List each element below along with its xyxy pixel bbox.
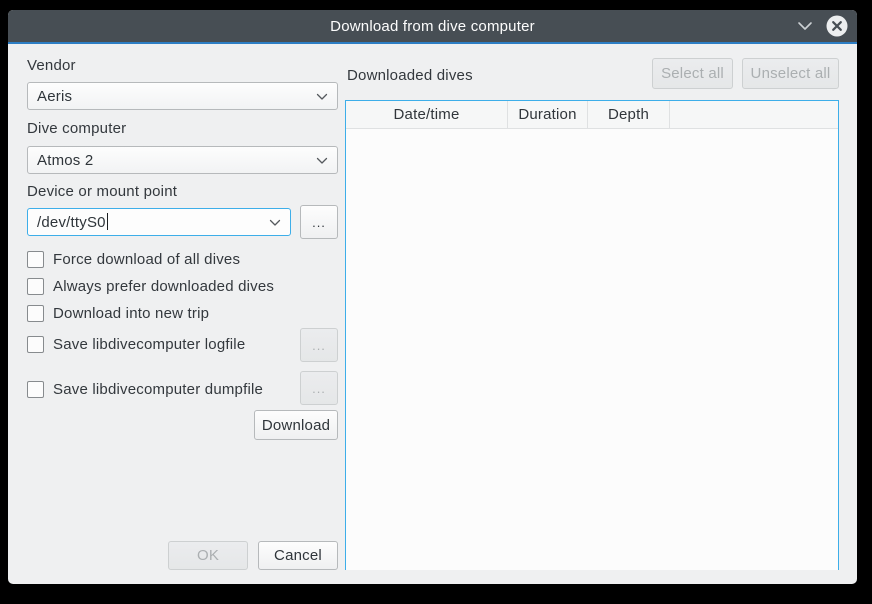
checkbox-label: Download into new trip xyxy=(53,305,209,322)
force-download-checkbox[interactable] xyxy=(27,251,44,268)
checkbox-label: Save libdivecomputer dumpfile xyxy=(53,381,263,398)
save-logfile-checkbox[interactable] xyxy=(27,336,44,353)
prefer-downloaded-row: Always prefer downloaded dives xyxy=(27,277,274,295)
window-title: Download from dive computer xyxy=(330,18,535,35)
device-label: Device or mount point xyxy=(27,183,177,200)
downloaded-dives-table: Date/time Duration Depth xyxy=(345,100,839,570)
dive-computer-combobox[interactable]: Atmos 2 xyxy=(27,146,338,174)
dive-computer-value: Atmos 2 xyxy=(37,152,93,169)
select-all-button[interactable]: Select all xyxy=(652,58,733,89)
text-caret xyxy=(107,213,108,230)
vendor-value: Aeris xyxy=(37,88,72,105)
logfile-browse-button[interactable]: ... xyxy=(300,328,338,362)
vendor-combobox[interactable]: Aeris xyxy=(27,82,338,110)
chevron-down-icon xyxy=(316,152,328,169)
checkbox-label: Force download of all dives xyxy=(53,251,240,268)
new-trip-checkbox[interactable] xyxy=(27,305,44,322)
dive-computer-label: Dive computer xyxy=(27,120,126,137)
save-dumpfile-checkbox[interactable] xyxy=(27,381,44,398)
column-header-duration[interactable]: Duration xyxy=(508,101,588,128)
table-header-row: Date/time Duration Depth xyxy=(346,101,838,129)
new-trip-row: Download into new trip xyxy=(27,304,209,322)
titlebar[interactable]: Download from dive computer xyxy=(8,10,857,44)
prefer-downloaded-checkbox[interactable] xyxy=(27,278,44,295)
cancel-button[interactable]: Cancel xyxy=(258,541,338,570)
download-dialog: Download from dive computer Vendor Aeris… xyxy=(8,10,857,584)
unselect-all-button[interactable]: Unselect all xyxy=(742,58,839,89)
column-header-depth[interactable]: Depth xyxy=(588,101,670,128)
column-header-extra[interactable] xyxy=(670,101,838,128)
save-logfile-row: Save libdivecomputer logfile xyxy=(27,335,245,353)
chevron-down-icon[interactable] xyxy=(797,21,813,31)
screen: { "window": { "title": "Download from di… xyxy=(0,0,872,604)
chevron-down-icon xyxy=(316,88,328,105)
chevron-down-icon xyxy=(269,214,281,231)
checkbox-label: Save libdivecomputer logfile xyxy=(53,336,245,353)
table-body-empty xyxy=(346,129,838,570)
checkbox-label: Always prefer downloaded dives xyxy=(53,278,274,295)
downloaded-dives-title: Downloaded dives xyxy=(347,67,473,84)
device-browse-button[interactable]: ... xyxy=(300,205,338,239)
save-dumpfile-row: Save libdivecomputer dumpfile xyxy=(27,380,263,398)
column-header-datetime[interactable]: Date/time xyxy=(346,101,508,128)
device-value: /dev/ttyS0 xyxy=(37,214,106,231)
ok-button[interactable]: OK xyxy=(168,541,248,570)
close-button[interactable] xyxy=(826,15,848,37)
dumpfile-browse-button[interactable]: ... xyxy=(300,371,338,405)
device-combobox[interactable]: /dev/ttyS0 xyxy=(27,208,291,236)
force-download-row: Force download of all dives xyxy=(27,250,240,268)
vendor-label: Vendor xyxy=(27,57,76,74)
download-button[interactable]: Download xyxy=(254,410,338,440)
